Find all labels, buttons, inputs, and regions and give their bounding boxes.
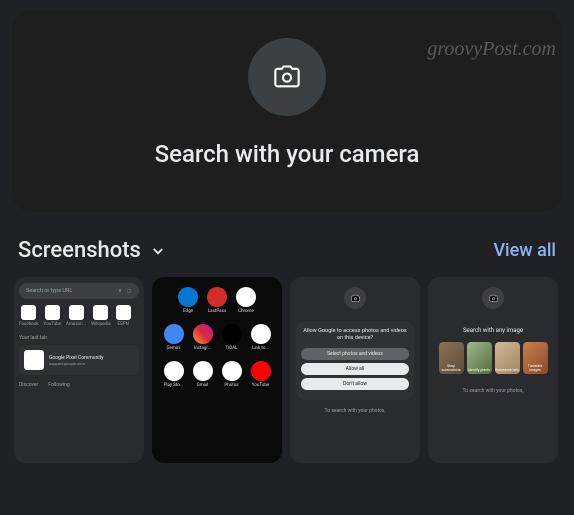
screenshot-thumb-3[interactable]: Allow Google to access photos and videos…	[290, 277, 420, 463]
shot4-footer: To search with your photos,	[463, 388, 524, 394]
mini-app-icon: Chrome	[236, 287, 256, 314]
mini-app-icon: Instagr...	[193, 324, 213, 351]
mini-search-bar: Search or type URL	[19, 283, 139, 299]
screenshot-thumb-1[interactable]: Search or type URL Facebook YouTube Amazon…	[14, 277, 144, 463]
mini-dialog-button: Allow all	[301, 363, 409, 375]
camera-icon	[273, 63, 301, 91]
watermark: groovyPost.com	[427, 38, 556, 61]
camera-button[interactable]	[248, 38, 326, 116]
section-header: Screenshots View all	[0, 212, 574, 277]
mini-site-icon: ESPN	[116, 305, 131, 327]
mini-app-icon: LastPass	[207, 287, 227, 314]
mini-site-icon: Facebook	[19, 305, 39, 327]
mini-category-tile: Shop screenshots	[439, 342, 464, 374]
mini-app-icon: Edge	[178, 287, 198, 314]
mini-category-tile: Homework help	[495, 342, 520, 374]
mini-camera-icon	[482, 287, 504, 309]
section-title-label: Screenshots	[18, 238, 141, 263]
screenshot-row: Search or type URL Facebook YouTube Amazon…	[0, 277, 574, 463]
mini-dialog-button: Select photos and videos	[301, 348, 409, 360]
mini-site-icon: YouTube	[44, 305, 61, 327]
shot4-heading: Search with any image	[463, 327, 523, 334]
mini-category-tile: Identify plants	[467, 342, 492, 374]
mini-app-icon: Photos	[222, 361, 242, 388]
view-all-link[interactable]: View all	[493, 240, 556, 261]
mini-app-icon: Gemini	[164, 324, 184, 351]
shot3-footer: To search with your photos,	[325, 408, 386, 414]
screenshot-thumb-2[interactable]: Edge LastPass Chrome Gemini Instagr... TIDAL L…	[152, 277, 282, 463]
last-tab-card: Google Pixel Communitysupport.google.com	[19, 345, 139, 375]
screenshots-dropdown[interactable]: Screenshots	[18, 238, 167, 263]
screenshot-thumb-4[interactable]: Search with any image Shop screenshotsId…	[428, 277, 558, 463]
mini-category-tile: Translate images	[523, 342, 548, 374]
mini-app-icon: Play Sto...	[164, 361, 184, 388]
mini-app-icon: Link to...	[251, 324, 271, 351]
mini-camera-icon	[344, 287, 366, 309]
mini-dialog-button: Don't allow	[301, 378, 409, 390]
mini-app-icon: Gmail	[193, 361, 213, 388]
mini-app-icon: YouTube	[251, 361, 271, 388]
mini-app-icon: TIDAL	[222, 324, 242, 351]
chevron-down-icon	[149, 242, 167, 260]
hero-title: Search with your camera	[155, 140, 420, 168]
mini-site-icon: Amazon...	[66, 305, 86, 327]
permission-dialog: Allow Google to access photos and videos…	[296, 321, 414, 400]
mini-site-icon: Wikipedia	[91, 305, 110, 327]
last-tab-label: Your last tab	[19, 335, 139, 341]
